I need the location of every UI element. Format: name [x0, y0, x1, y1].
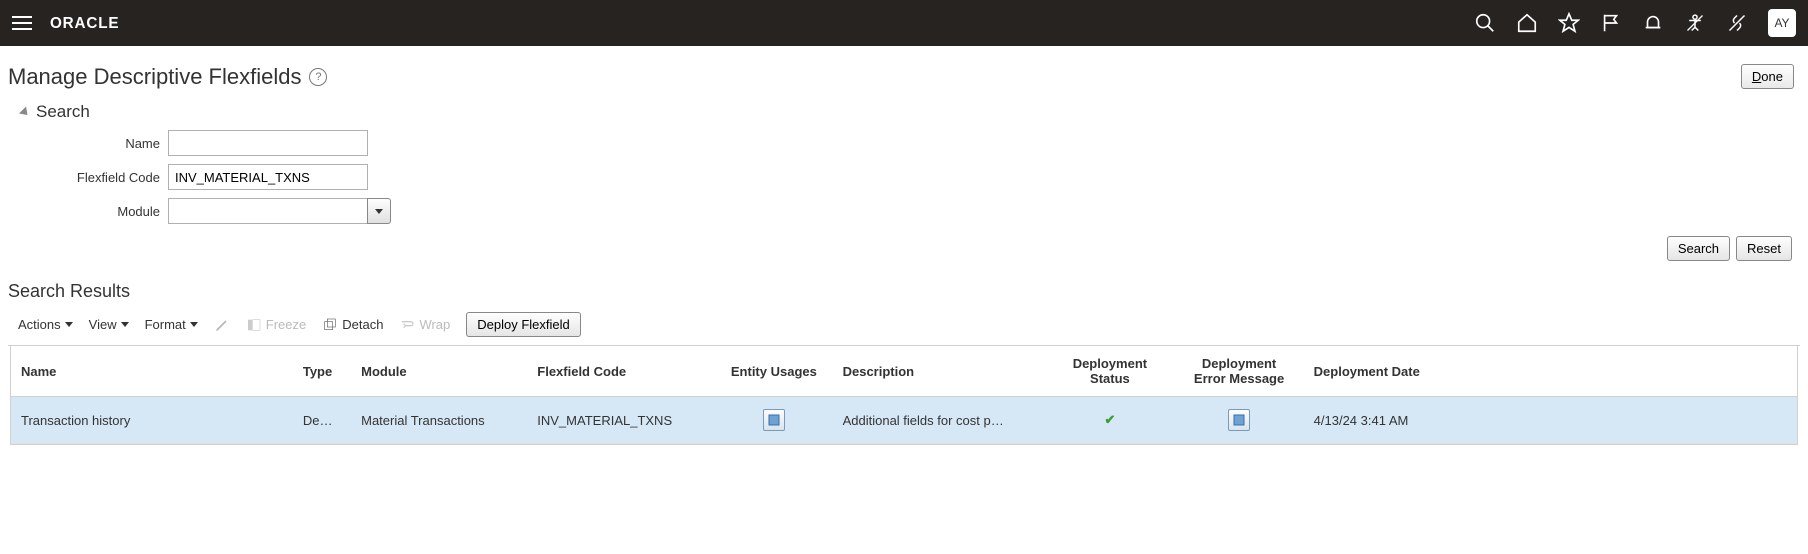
col-name[interactable]: Name	[11, 346, 293, 397]
accessibility-icon[interactable]	[1684, 12, 1706, 34]
col-flexfield-code[interactable]: Flexfield Code	[527, 346, 715, 397]
flexfield-code-input[interactable]	[168, 164, 368, 190]
collapse-arrow-icon	[19, 106, 31, 118]
oracle-logo: ORACLE	[50, 12, 160, 34]
col-module[interactable]: Module	[351, 346, 527, 397]
flag-icon[interactable]	[1600, 12, 1622, 34]
cell-module: Material Transactions	[351, 397, 527, 444]
chevron-down-icon	[190, 322, 198, 327]
help-icon[interactable]: ?	[309, 68, 327, 86]
col-deployment-status[interactable]: Deployment Status	[1045, 346, 1174, 397]
label-name: Name	[48, 136, 168, 151]
home-icon[interactable]	[1516, 12, 1538, 34]
search-button[interactable]: Search	[1667, 236, 1730, 261]
col-entity-usages[interactable]: Entity Usages	[715, 346, 832, 397]
header-icons: AY	[1474, 9, 1796, 37]
results-toolbar: Actions View Format Freeze Detach Wrap D…	[8, 308, 1800, 346]
page-title: Manage Descriptive Flexfields ?	[8, 64, 327, 90]
module-dropdown-button[interactable]	[367, 198, 391, 224]
notifications-icon[interactable]	[1642, 12, 1664, 34]
col-description[interactable]: Description	[833, 346, 1046, 397]
search-section-label: Search	[36, 102, 90, 122]
detach-button[interactable]: Detach	[322, 317, 383, 333]
search-icon[interactable]	[1474, 12, 1496, 34]
freeze-button: Freeze	[246, 317, 306, 333]
chevron-down-icon	[65, 322, 73, 327]
table-row[interactable]: Transaction history De… Material Transac…	[11, 397, 1797, 444]
star-icon[interactable]	[1558, 12, 1580, 34]
global-header: ORACLE AY	[0, 0, 1808, 46]
cell-type: De…	[293, 397, 351, 444]
cell-flexfield-code: INV_MATERIAL_TXNS	[527, 397, 715, 444]
label-module: Module	[48, 204, 168, 219]
actions-menu[interactable]: Actions	[18, 317, 73, 332]
col-type[interactable]: Type	[293, 346, 351, 397]
chevron-down-icon	[375, 209, 383, 214]
deploy-flexfield-button[interactable]: Deploy Flexfield	[466, 312, 581, 337]
name-input[interactable]	[168, 130, 368, 156]
reset-button[interactable]: Reset	[1736, 236, 1792, 261]
col-deployment-date[interactable]: Deployment Date	[1304, 346, 1797, 397]
search-section-toggle[interactable]: Search	[18, 102, 1800, 122]
results-table: Name Type Module Flexfield Code Entity U…	[11, 346, 1797, 444]
module-input[interactable]	[168, 198, 368, 224]
edit-icon	[214, 317, 230, 333]
search-results-title: Search Results	[8, 281, 1800, 302]
label-flexfield-code: Flexfield Code	[48, 170, 168, 185]
deployment-status-icon: ✔	[1104, 412, 1115, 427]
deployment-error-button[interactable]	[1228, 409, 1250, 431]
view-menu[interactable]: View	[89, 317, 129, 332]
format-menu[interactable]: Format	[145, 317, 198, 332]
hamburger-menu-icon[interactable]	[12, 11, 36, 35]
chevron-down-icon	[121, 322, 129, 327]
svg-text:ORACLE: ORACLE	[50, 15, 119, 32]
avatar[interactable]: AY	[1768, 9, 1796, 37]
entity-usages-button[interactable]	[763, 409, 785, 431]
done-button[interactable]: Done	[1741, 64, 1794, 89]
col-deployment-error[interactable]: Deployment Error Message	[1174, 346, 1303, 397]
cell-name[interactable]: Transaction history	[21, 413, 130, 428]
cell-description: Additional fields for cost p…	[833, 397, 1046, 444]
wrap-button: Wrap	[399, 317, 450, 333]
link-off-icon[interactable]	[1726, 12, 1748, 34]
cell-deployment-date: 4/13/24 3:41 AM	[1304, 397, 1797, 444]
